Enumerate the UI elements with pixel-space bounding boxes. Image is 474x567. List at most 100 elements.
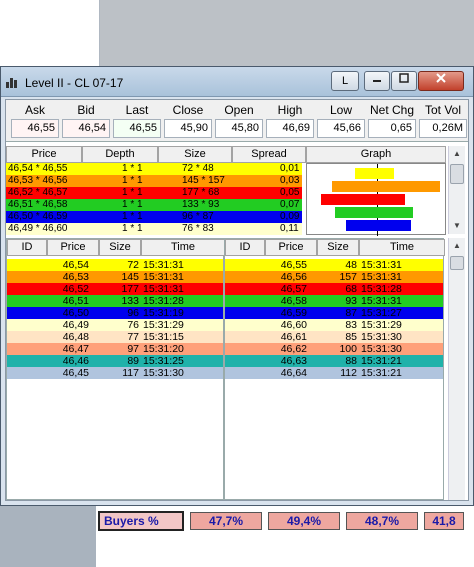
trades-header-time[interactable]: Time: [359, 239, 445, 256]
summary-column-net-chg: Net Chg 0,65: [367, 102, 417, 140]
summary-value: 46,55: [113, 119, 161, 138]
summary-value: 46,55: [11, 119, 59, 138]
trades-header-price[interactable]: Price: [47, 239, 99, 256]
title-bar[interactable]: Level II - CL 07-17 L: [1, 67, 473, 97]
summary-header: Net Chg: [369, 103, 415, 117]
depth-row[interactable]: 46,49 * 46,60 1 * 1 76 * 83 0,11: [6, 223, 302, 235]
trade-row[interactable]: 46,64 112 15:31:21: [225, 367, 443, 379]
trade-row[interactable]: 46,53 145 15:31:31: [7, 271, 223, 283]
trade-price: 46,49: [62, 319, 89, 331]
summary-value: 0,26M: [419, 119, 467, 138]
trade-row[interactable]: 46,54 72 15:31:31: [7, 259, 223, 271]
trades-header-size[interactable]: Size: [99, 239, 141, 256]
level2-window: Level II - CL 07-17 L Ask 46,55 Bid 46,54 La…: [0, 66, 474, 506]
depth-level: 1 * 1: [122, 187, 143, 198]
trade-size: 89: [127, 355, 139, 367]
trade-row[interactable]: 46,46 89 15:31:25: [7, 355, 223, 367]
scroll-up-icon[interactable]: ▲: [449, 146, 465, 162]
trade-row[interactable]: 46,45 117 15:31:30: [7, 367, 223, 379]
depth-spread: 0,05: [280, 187, 300, 198]
trade-row[interactable]: 46,58 93 15:31:31: [225, 295, 443, 307]
trade-row[interactable]: 46,48 77 15:31:15: [7, 331, 223, 343]
trade-row[interactable]: 46,62 100 15:31:30: [225, 343, 443, 355]
scroll-thumb[interactable]: [450, 164, 464, 184]
summary-column-tot-vol: Tot Vol 0,26M: [418, 102, 468, 140]
depth-scrollbar[interactable]: ▲ ▼: [448, 146, 465, 234]
trades-header-time[interactable]: Time: [141, 239, 225, 256]
l-button[interactable]: L: [331, 71, 359, 91]
trade-size: 83: [345, 319, 357, 331]
trade-row[interactable]: 46,55 48 15:31:31: [225, 259, 443, 271]
trades-header-size[interactable]: Size: [317, 239, 359, 256]
depth-price: 46,49 * 46,60: [8, 223, 68, 234]
ask-trades-panel: ID Price Size Time 46,55 48 15:31:31 46,56 1…: [224, 238, 445, 500]
trade-time: 15:31:29: [143, 319, 184, 331]
trade-time: 15:31:20: [143, 343, 184, 355]
market-depth-panel: Price Depth Size Spread Graph ▲ ▼ 46,54 …: [6, 146, 468, 236]
summary-column-open: Open 45,80: [214, 102, 264, 140]
bid-trades-panel: ID Price Size Time 46,54 72 15:31:31 46,53 1…: [6, 238, 225, 500]
trade-row[interactable]: 46,61 85 15:31:30: [225, 331, 443, 343]
depth-header-graph[interactable]: Graph: [306, 146, 446, 163]
depth-row[interactable]: 46,54 * 46,55 1 * 1 72 * 48 0,01: [6, 163, 302, 175]
summary-value: 45,90: [164, 119, 212, 138]
trade-time: 15:31:30: [361, 343, 402, 355]
trade-time: 15:31:19: [143, 307, 184, 319]
trade-size: 145: [121, 271, 139, 283]
trade-price: 46,50: [62, 307, 89, 319]
trade-row[interactable]: 46,51 133 15:31:28: [7, 295, 223, 307]
scroll-up-icon[interactable]: ▲: [449, 238, 465, 254]
depth-row[interactable]: 46,53 * 46,56 1 * 1 145 * 157 0,03: [6, 175, 302, 187]
close-icon[interactable]: [418, 71, 464, 91]
summary-value: 0,65: [368, 119, 416, 138]
scroll-down-icon[interactable]: ▼: [449, 218, 465, 234]
trade-size: 133: [121, 295, 139, 307]
trade-size: 112: [340, 367, 357, 379]
trade-size: 85: [345, 331, 357, 343]
trade-size: 117: [122, 367, 139, 379]
depth-row[interactable]: 46,50 * 46,59 1 * 1 96 * 87 0,09: [6, 211, 302, 223]
trades-header-id[interactable]: ID: [225, 239, 265, 256]
trade-row[interactable]: 46,57 68 15:31:28: [225, 283, 443, 295]
buyers-percent-label[interactable]: Buyers %: [98, 511, 184, 531]
depth-row[interactable]: 46,52 * 46,57 1 * 1 177 * 68 0,05: [6, 187, 302, 199]
trade-price: 46,61: [280, 331, 307, 343]
depth-graph-bar: [346, 220, 411, 231]
maximize-icon[interactable]: [391, 71, 417, 91]
depth-graph-bar: [335, 207, 414, 218]
depth-size: 133 * 93: [182, 199, 220, 210]
trade-size: 72: [127, 259, 139, 271]
trade-row[interactable]: 46,63 88 15:31:21: [225, 355, 443, 367]
trade-row[interactable]: 46,47 97 15:31:20: [7, 343, 223, 355]
trade-row[interactable]: 46,50 96 15:31:19: [7, 307, 223, 319]
trade-size: 76: [127, 319, 139, 331]
minimize-icon[interactable]: [364, 71, 390, 91]
depth-header-size[interactable]: Size: [158, 146, 232, 163]
trades-scrollbar[interactable]: ▲: [448, 238, 465, 500]
depth-row[interactable]: 46,51 * 46,58 1 * 1 133 * 93 0,07: [6, 199, 302, 211]
trade-price: 46,53: [62, 271, 89, 283]
trade-price: 46,46: [62, 355, 89, 367]
depth-header-spread[interactable]: Spread: [232, 146, 306, 163]
trade-price: 46,59: [280, 307, 307, 319]
trades-header-price[interactable]: Price: [265, 239, 317, 256]
depth-price: 46,51 * 46,58: [8, 199, 68, 210]
background-app-grid: [0, 0, 100, 70]
trade-row[interactable]: 46,59 87 15:31:27: [225, 307, 443, 319]
buyers-percent-row: Buyers % 47,7% 49,4% 48,7% 41,8: [98, 511, 464, 531]
depth-header-depth[interactable]: Depth: [82, 146, 158, 163]
depth-price: 46,54 * 46,55: [8, 163, 68, 174]
summary-column-ask: Ask 46,55: [10, 102, 60, 140]
trades-header-id[interactable]: ID: [7, 239, 47, 256]
scroll-thumb[interactable]: [450, 256, 464, 270]
trade-time: 15:31:15: [143, 331, 184, 343]
depth-graph-bar: [332, 181, 440, 192]
depth-spread: 0,03: [280, 175, 300, 186]
trade-row[interactable]: 46,49 76 15:31:29: [7, 319, 223, 331]
trade-price: 46,52: [62, 283, 89, 295]
trade-row[interactable]: 46,60 83 15:31:29: [225, 319, 443, 331]
trade-row[interactable]: 46,52 177 15:31:31: [7, 283, 223, 295]
buyers-percent-value: 49,4%: [268, 512, 340, 530]
depth-header-price[interactable]: Price: [6, 146, 82, 163]
trade-row[interactable]: 46,56 157 15:31:31: [225, 271, 443, 283]
